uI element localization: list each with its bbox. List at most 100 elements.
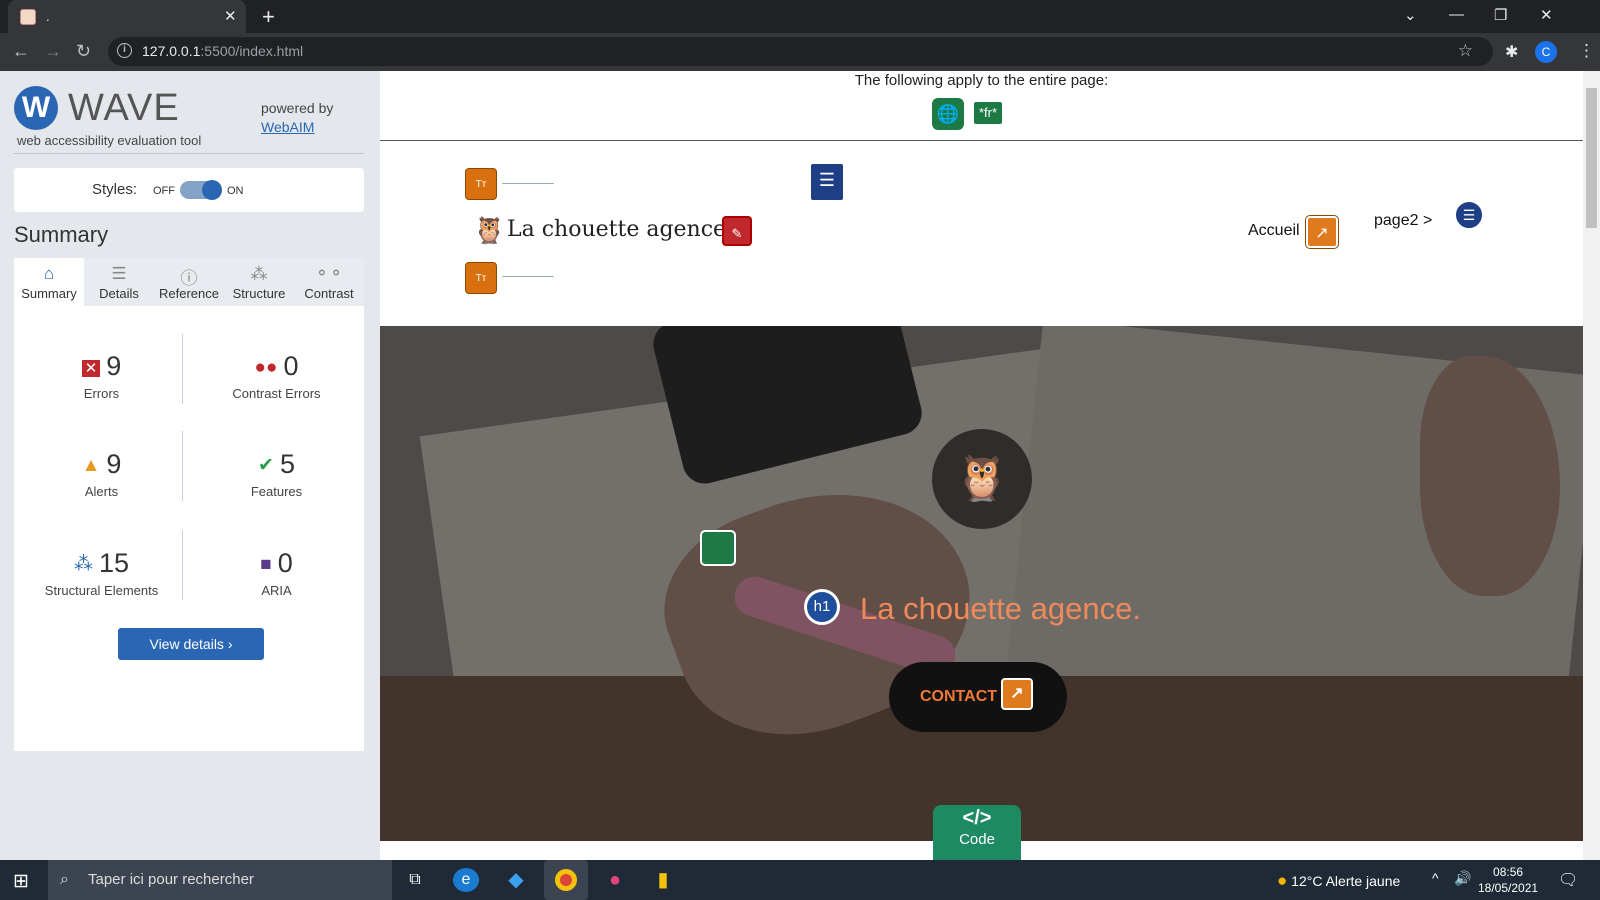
divider: [14, 153, 364, 154]
view-details-button[interactable]: View details ›: [118, 628, 264, 660]
error-image-icon[interactable]: ✎: [722, 216, 752, 246]
stat-count: 5: [279, 449, 295, 479]
sun-icon: ●: [1277, 871, 1288, 890]
profile-menu-icon[interactable]: ⌄: [1404, 6, 1417, 24]
styles-label: Styles:: [92, 181, 138, 198]
bookmark-star-icon[interactable]: ☆: [1458, 41, 1473, 61]
language-globe-icon[interactable]: 🌐: [932, 98, 964, 130]
h1-structure-badge[interactable]: h1: [804, 589, 840, 625]
navigation-icon[interactable]: ☰: [811, 164, 843, 200]
stat-features: ✔ 5 Features: [189, 449, 364, 499]
extensions-icon[interactable]: ✱: [1505, 42, 1518, 62]
stat-errors: ✕ 9 Errors: [14, 351, 189, 401]
error-icon: ✕: [81, 360, 101, 377]
image-feature-icon[interactable]: [700, 530, 736, 566]
address-bar[interactable]: i 127.0.0.1:5500/index.html ☆: [108, 37, 1493, 66]
stat-count: 9: [106, 351, 122, 381]
small-text-alert-icon[interactable]: Tт: [465, 262, 497, 294]
brand-name: La chouette agence: [507, 217, 727, 242]
styles-toggle-box: Styles: OFF ON: [14, 168, 364, 212]
restore-icon[interactable]: ❐: [1494, 6, 1507, 24]
system-clock[interactable]: 08:56 18/05/2021: [1478, 864, 1538, 896]
close-window-icon[interactable]: ✕: [1540, 6, 1553, 24]
tab-label: Structure: [232, 286, 286, 301]
alert-icon: ▲: [81, 455, 101, 476]
minimize-icon[interactable]: —: [1449, 6, 1464, 23]
wave-tagline: web accessibility evaluation tool: [17, 133, 202, 148]
clock-time: 08:56: [1493, 865, 1524, 879]
stat-label: Features: [250, 484, 303, 499]
file-explorer-icon[interactable]: ▮: [650, 868, 676, 892]
owl-logo-circle: 🦉: [932, 429, 1032, 529]
stat-count: 0: [277, 548, 293, 578]
tab-details[interactable]: ☰ Details: [84, 258, 154, 306]
tab-reference[interactable]: ⓘ Reference: [154, 258, 224, 306]
wave-tabs: ⌂ Summary ☰ Details ⓘ Reference ⁂ Struct…: [14, 258, 364, 306]
vscode-icon[interactable]: ◆: [503, 868, 529, 892]
os-taskbar: ⊞ ⌕ Taper ici pour rechercher ⧉ e ◆ ● ▮ …: [0, 860, 1600, 900]
small-text-alert-icon[interactable]: Tт: [465, 168, 497, 200]
redundant-link-alert-icon[interactable]: ↗: [1305, 215, 1339, 249]
styles-on-label: ON: [227, 185, 244, 197]
stat-label: Errors: [83, 386, 120, 401]
list-icon: ☰: [111, 264, 127, 283]
tab-label: Summary: [21, 286, 77, 301]
scrollbar-thumb[interactable]: [1586, 88, 1597, 228]
wave-sidebar: W WAVE web accessibility evaluation tool…: [0, 71, 380, 860]
nav-link-accueil[interactable]: Accueil: [1248, 222, 1300, 240]
screen: . ✕ + ⌄ — ❐ ✕ ← → ↻ i 127.0.0.1:5500/ind…: [0, 0, 1600, 900]
windows-start-icon[interactable]: ⊞: [13, 870, 29, 893]
stat-count: 15: [98, 548, 130, 578]
weather-alert: Alerte jaune: [1325, 873, 1401, 889]
hero-section: 🦉 h1 La chouette agence. CONTACT ↗: [380, 326, 1583, 841]
paint-app-icon[interactable]: ●: [602, 868, 628, 892]
tab-contrast[interactable]: ⚬⚬ Contrast: [294, 258, 364, 306]
volume-icon[interactable]: 🔊: [1454, 870, 1471, 887]
redundant-link-alert-icon[interactable]: ↗: [1001, 678, 1033, 710]
back-icon[interactable]: ←: [12, 41, 30, 62]
owl-logo-icon: 🦉: [473, 215, 506, 245]
code-toggle-button[interactable]: </> Code: [933, 805, 1021, 860]
structure-icon: ⁂: [73, 554, 93, 575]
browser-tab-bar: . ✕ + ⌄ — ❐ ✕: [0, 0, 1600, 33]
close-tab-icon[interactable]: ✕: [224, 7, 237, 25]
profile-avatar[interactable]: C: [1535, 41, 1557, 63]
powered-by-label: powered by: [261, 100, 334, 116]
forward-icon[interactable]: →: [44, 41, 62, 62]
language-badge[interactable]: *fr*: [974, 102, 1002, 124]
url-text: 127.0.0.1:5500/index.html: [142, 43, 304, 59]
notifications-icon[interactable]: 🗨: [1558, 870, 1578, 890]
tab-label: Details: [99, 286, 139, 301]
stat-count: 0: [283, 351, 299, 381]
list-structure-icon[interactable]: ☰: [1454, 200, 1484, 230]
styles-toggle[interactable]: [180, 180, 222, 200]
new-tab-icon[interactable]: +: [262, 4, 275, 30]
contact-button[interactable]: CONTACT ↗: [889, 662, 1067, 732]
tab-summary[interactable]: ⌂ Summary: [14, 258, 84, 306]
toggle-knob: [202, 180, 222, 200]
tab-label: Contrast: [304, 286, 354, 301]
site-info-icon[interactable]: i: [117, 43, 132, 58]
browser-tab[interactable]: . ✕: [8, 0, 246, 33]
stat-contrast-errors: ●● 0 Contrast Errors: [189, 351, 364, 401]
task-view-icon[interactable]: ⧉: [402, 868, 428, 892]
contact-label: CONTACT: [920, 688, 998, 705]
browser-toolbar: ← → ↻ i 127.0.0.1:5500/index.html ☆ ✱ C …: [0, 33, 1600, 71]
summary-card: ✕ 9 Errors ●● 0 Contrast Errors ▲ 9 Alerts …: [14, 306, 364, 751]
webaim-link[interactable]: WebAIM: [261, 119, 314, 135]
evaluated-page: The following apply to the entire page: …: [380, 71, 1583, 860]
tray-expand-icon[interactable]: ^: [1432, 870, 1439, 886]
browser-menu-icon[interactable]: ⋮: [1578, 41, 1595, 61]
divider: [502, 183, 554, 184]
taskbar-search[interactable]: ⌕ Taper ici pour rechercher: [48, 860, 392, 900]
nav-link-page2[interactable]: page2 >: [1374, 212, 1432, 230]
weather-widget[interactable]: ● 12°C Alerte jaune: [1277, 871, 1400, 891]
chrome-icon[interactable]: [544, 860, 588, 900]
styles-off-label: OFF: [153, 185, 175, 197]
edge-icon[interactable]: e: [453, 868, 479, 892]
reload-icon[interactable]: ↻: [76, 41, 91, 62]
hero-overlay: [380, 326, 1583, 841]
stat-structural: ⁂ 15 Structural Elements: [14, 548, 189, 598]
tab-label: Reference: [159, 286, 219, 301]
tab-structure[interactable]: ⁂ Structure: [224, 258, 294, 306]
